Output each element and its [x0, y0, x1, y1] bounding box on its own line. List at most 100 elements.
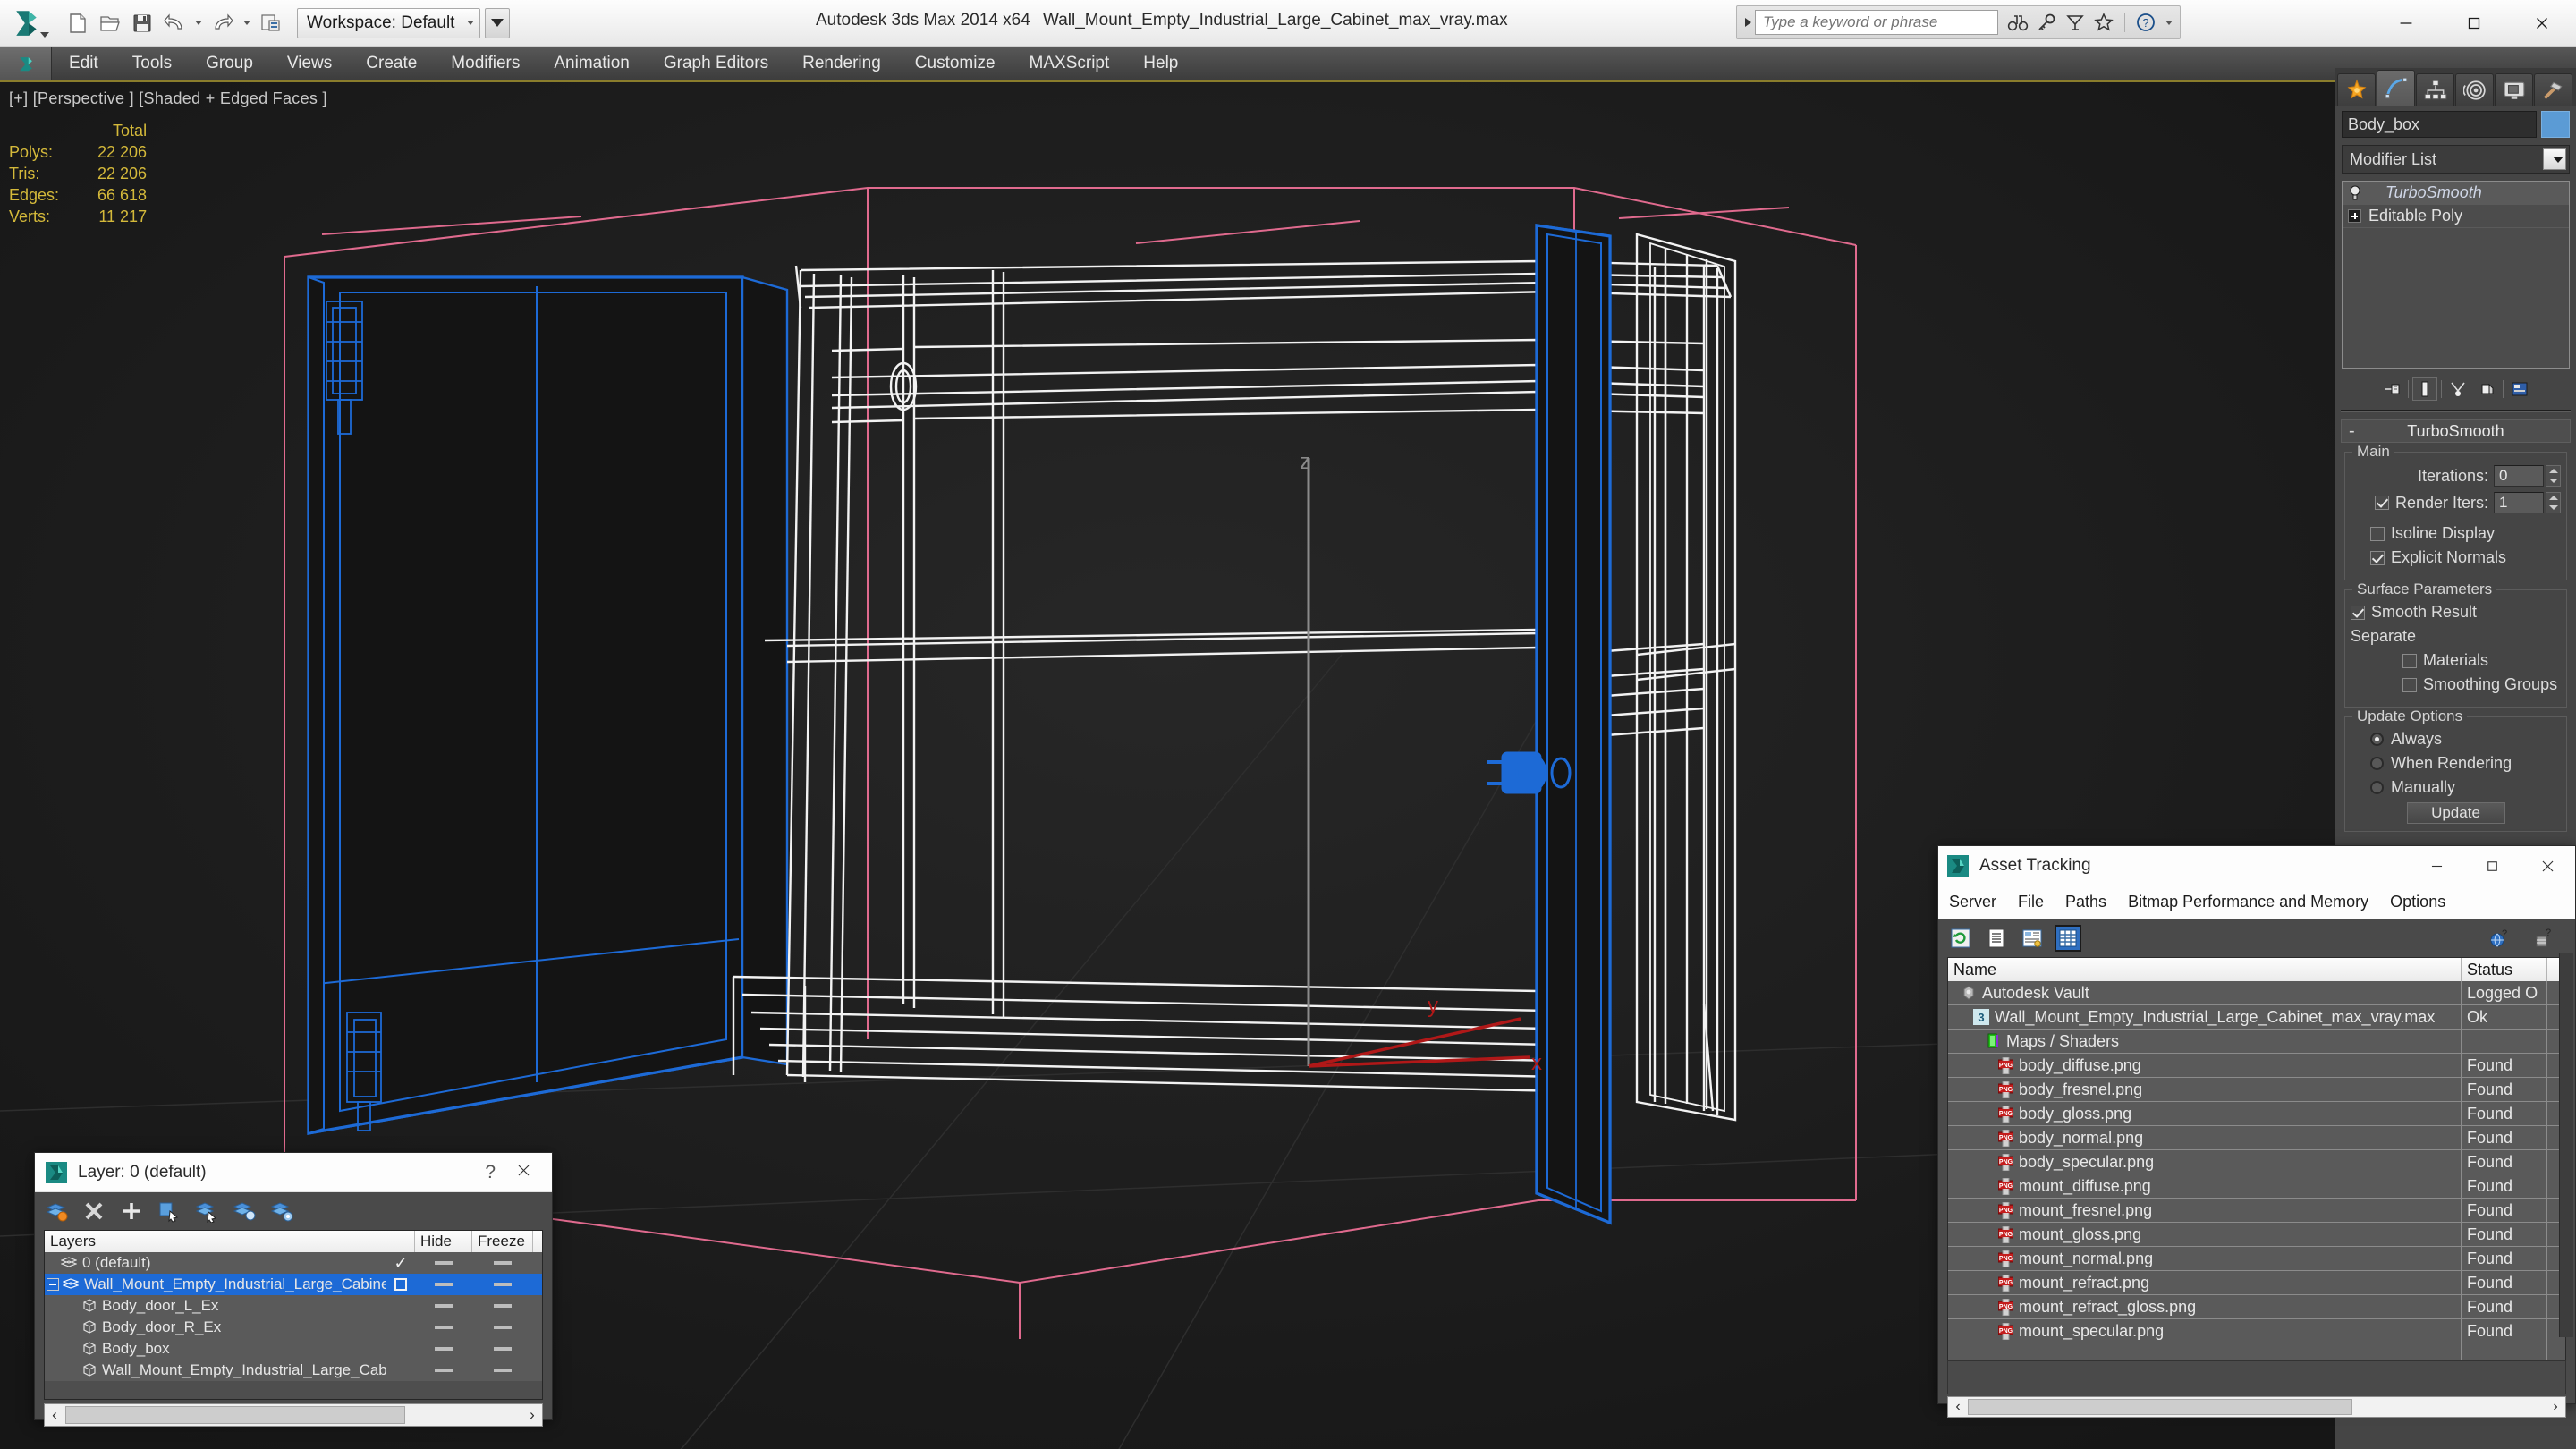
save-file-icon[interactable]: [127, 8, 157, 38]
pin-stack-icon[interactable]: [2379, 377, 2404, 401]
materials-row[interactable]: Materials: [2351, 651, 2561, 670]
search-input[interactable]: [1755, 10, 1998, 35]
open-file-icon[interactable]: [95, 8, 125, 38]
close-button[interactable]: [515, 1162, 552, 1183]
select-objects-icon[interactable]: [157, 1199, 182, 1224]
star-icon[interactable]: [2091, 10, 2116, 35]
asset-list[interactable]: Name Status Autodesk Vault Logged O 3 Wa…: [1947, 957, 2566, 1393]
active-layer-checkmark-icon[interactable]: ✓: [394, 1254, 407, 1273]
collapse-minus-icon[interactable]: [47, 1278, 59, 1291]
hide-toggle[interactable]: [435, 1368, 453, 1372]
asset-row[interactable]: Maps / Shaders: [1948, 1030, 2565, 1054]
menu-item-tools[interactable]: Tools: [115, 47, 189, 80]
question-icon[interactable]: ?: [2133, 10, 2158, 35]
hide-toggle[interactable]: [435, 1304, 453, 1308]
highlight-selected-icon[interactable]: [232, 1199, 257, 1224]
column-active[interactable]: [386, 1231, 415, 1252]
isoline-display-row[interactable]: Isoline Display: [2351, 524, 2561, 543]
explicit-normals-checkbox[interactable]: [2370, 550, 2385, 565]
menu-item-options[interactable]: Options: [2379, 893, 2456, 911]
asset-row[interactable]: PNG mount_fresnel.png Found: [1948, 1199, 2565, 1223]
asset-vertical-scrollbar[interactable]: [2559, 953, 2573, 1337]
rollout-collapse-icon[interactable]: -: [2349, 422, 2355, 440]
menu-item-graph-editors[interactable]: Graph Editors: [647, 47, 785, 80]
menu-item-edit[interactable]: Edit: [52, 47, 115, 80]
menu-item-help[interactable]: Help: [1126, 47, 1195, 80]
minimize-button[interactable]: [2409, 846, 2464, 886]
select-highlighted-icon[interactable]: [194, 1199, 219, 1224]
isoline-display-checkbox[interactable]: [2370, 526, 2385, 541]
grid-view-icon[interactable]: [2055, 925, 2081, 952]
layer-row[interactable]: Body_door_R_Ex: [45, 1317, 542, 1338]
create-tab[interactable]: [2337, 73, 2376, 106]
hide-toggle[interactable]: [435, 1347, 453, 1351]
column-hide[interactable]: Hide: [415, 1231, 472, 1252]
help-tree-icon[interactable]: ?: [2530, 925, 2557, 952]
freeze-toggle[interactable]: [494, 1347, 512, 1351]
hide-toggle[interactable]: [435, 1326, 453, 1329]
layer-row[interactable]: Wall_Mount_Empty_Industrial_Large_Cabine…: [45, 1360, 542, 1381]
asset-tracking-window[interactable]: Asset Tracking Server File Paths Bitmap …: [1937, 845, 2576, 1418]
search-expand-icon[interactable]: [1741, 18, 1755, 27]
column-layers[interactable]: Layers: [45, 1231, 386, 1252]
object-color-swatch[interactable]: [2541, 111, 2570, 138]
asset-row[interactable]: PNG body_diffuse.png Found: [1948, 1054, 2565, 1078]
update-option-always[interactable]: Always: [2351, 730, 2561, 749]
always-radio[interactable]: [2370, 733, 2384, 746]
freeze-toggle[interactable]: [494, 1326, 512, 1329]
menu-item-animation[interactable]: Animation: [537, 47, 647, 80]
light-bulb-icon[interactable]: [2348, 185, 2362, 201]
column-status[interactable]: Status: [2462, 958, 2547, 981]
menu-item-server[interactable]: Server: [1938, 893, 2007, 911]
scroll-right-icon[interactable]: ›: [522, 1406, 542, 1424]
undo-dropdown-caret-icon[interactable]: [195, 21, 202, 25]
expand-plus-icon[interactable]: [2348, 209, 2361, 223]
close-button[interactable]: [2508, 0, 2576, 47]
layer-properties-icon[interactable]: [269, 1199, 294, 1224]
column-freeze[interactable]: Freeze: [472, 1231, 533, 1252]
workspace-dropdown-button[interactable]: [485, 7, 511, 38]
update-option-manually[interactable]: Manually: [2351, 778, 2561, 797]
refresh-icon[interactable]: [1947, 925, 1974, 952]
remove-modifier-icon[interactable]: [2474, 377, 2499, 401]
delete-layer-icon[interactable]: [81, 1199, 106, 1224]
modifier-stack-item-turbosmooth[interactable]: TurboSmooth: [2343, 182, 2569, 205]
menu-item-maxscript[interactable]: MAXScript: [1013, 47, 1127, 80]
asset-row[interactable]: 3 Wall_Mount_Empty_Industrial_Large_Cabi…: [1948, 1005, 2565, 1030]
asset-horizontal-scrollbar[interactable]: ‹ ›: [1947, 1396, 2566, 1418]
when-rendering-radio[interactable]: [2370, 757, 2384, 770]
app-logo-icon[interactable]: [4, 0, 52, 47]
modify-tab[interactable]: [2377, 70, 2415, 106]
rollout-header[interactable]: - TurboSmooth: [2341, 419, 2571, 443]
help-globe-icon[interactable]: ?: [2486, 925, 2512, 952]
smooth-result-row[interactable]: Smooth Result: [2351, 603, 2561, 622]
layer-row[interactable]: 0 (default) ✓: [45, 1252, 542, 1274]
asset-row[interactable]: PNG mount_refract.png Found: [1948, 1271, 2565, 1295]
menu-item-group[interactable]: Group: [189, 47, 270, 80]
manually-radio[interactable]: [2370, 781, 2384, 794]
menu-app-logo-icon[interactable]: [0, 46, 52, 80]
object-name-field[interactable]: Body_box: [2342, 111, 2537, 138]
smooth-result-checkbox[interactable]: [2351, 605, 2365, 620]
asset-row[interactable]: PNG body_specular.png Found: [1948, 1150, 2565, 1174]
chevron-down-icon[interactable]: [2543, 148, 2566, 170]
modifier-list-dropdown[interactable]: Modifier List: [2342, 145, 2570, 174]
layer-row[interactable]: Wall_Mount_Empty_Industrial_Large_Cabine…: [45, 1274, 542, 1295]
show-end-result-icon[interactable]: [2412, 377, 2437, 401]
scroll-right-icon[interactable]: ›: [2546, 1399, 2565, 1415]
motion-tab[interactable]: [2455, 73, 2494, 106]
menu-item-bitmap-performance[interactable]: Bitmap Performance and Memory: [2117, 893, 2379, 911]
maximize-button[interactable]: [2464, 846, 2520, 886]
iterations-value[interactable]: 0: [2494, 465, 2544, 487]
update-option-when-rendering[interactable]: When Rendering: [2351, 754, 2561, 773]
menu-item-customize[interactable]: Customize: [898, 47, 1013, 80]
materials-checkbox[interactable]: [2402, 653, 2417, 668]
smoothing-groups-checkbox[interactable]: [2402, 677, 2417, 692]
layer-row[interactable]: Body_box: [45, 1338, 542, 1360]
menu-item-modifiers[interactable]: Modifiers: [434, 47, 537, 80]
asset-row[interactable]: PNG mount_normal.png Found: [1948, 1247, 2565, 1271]
scrollbar-thumb[interactable]: [65, 1406, 405, 1424]
asset-row[interactable]: PNG mount_gloss.png Found: [1948, 1223, 2565, 1247]
layer-row[interactable]: Body_door_L_Ex: [45, 1295, 542, 1317]
new-layer-icon[interactable]: [44, 1199, 69, 1224]
